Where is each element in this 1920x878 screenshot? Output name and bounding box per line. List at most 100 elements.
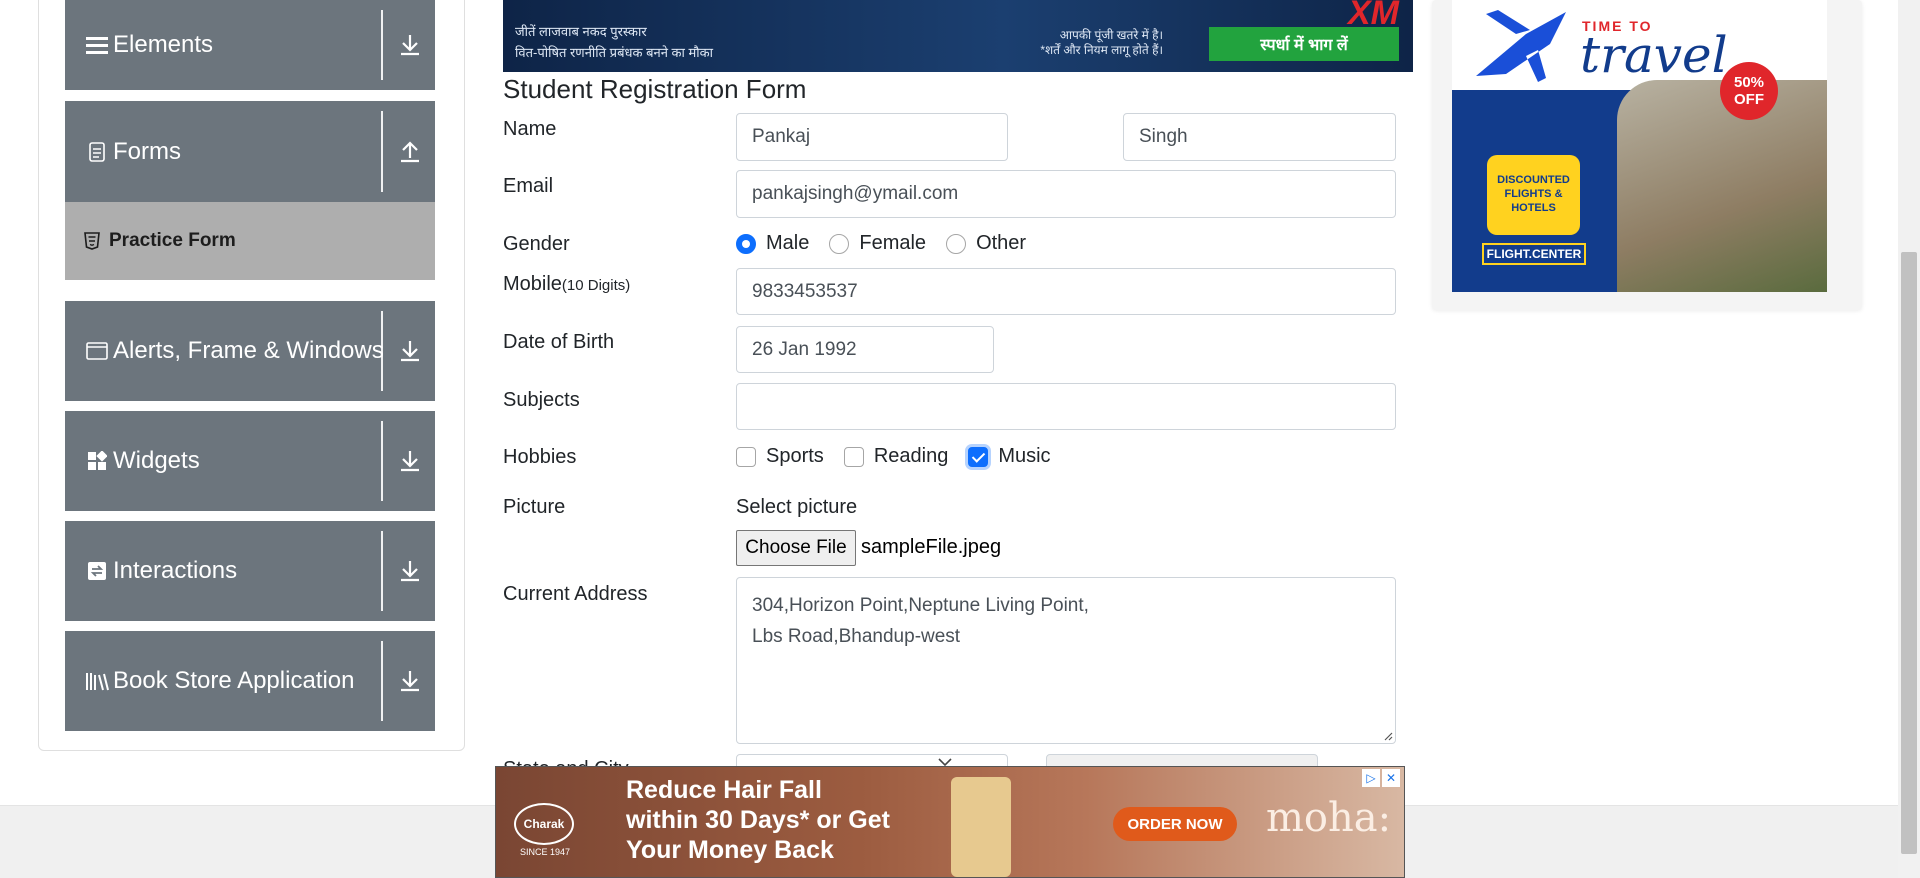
mobile-hint: (10 Digits)	[561, 277, 631, 294]
choose-file-button[interactable]: Choose File	[736, 530, 856, 566]
discount-bubble: DISCOUNTED FLIGHTS & HOTELS	[1487, 155, 1580, 235]
radio-label: Female	[859, 232, 927, 254]
ad-headline: Reduce Hair Fall within 30 Days* or Get …	[626, 776, 890, 864]
gender-radio-group: Male Female Other	[736, 232, 1046, 255]
download-arrow-icon[interactable]	[397, 338, 423, 364]
email-label: Email	[503, 175, 554, 197]
upload-arrow-icon[interactable]	[397, 139, 423, 165]
sidebar-group-label: Forms	[113, 137, 181, 165]
checkbox-label: Sports	[766, 445, 824, 467]
widgets-icon	[85, 449, 109, 473]
banner-cta-button[interactable]: स्पर्धा में भाग लें	[1209, 27, 1399, 61]
gender-option-male[interactable]: Male	[736, 232, 809, 255]
travel-ad-image: TIME TO travel 50% OFF DISCOUNTED FLIGHTS …	[1452, 0, 1827, 292]
scrollbar-thumb[interactable]	[1901, 252, 1917, 854]
html5-icon	[84, 232, 100, 250]
document-icon	[85, 140, 109, 164]
mobile-label: Mobile(10 Digits)	[503, 273, 631, 295]
resize-handle-icon[interactable]	[1383, 731, 1393, 741]
download-arrow-icon[interactable]	[397, 558, 423, 584]
hobby-sports[interactable]: Sports	[736, 445, 824, 468]
mobile-input[interactable]: 9833453537	[736, 268, 1396, 315]
checkbox-label: Reading	[873, 445, 949, 467]
checkbox[interactable]	[736, 446, 756, 467]
divider	[381, 531, 383, 611]
checkbox-label: Music	[998, 445, 1051, 467]
bottom-banner-ad[interactable]: Charak SINCE 1947 Reduce Hair Fall withi…	[495, 766, 1405, 878]
email-input[interactable]: pankajsingh@ymail.com	[736, 170, 1396, 218]
divider	[381, 10, 383, 80]
checkbox[interactable]	[843, 446, 864, 467]
gender-label: Gender	[503, 233, 570, 255]
sidebar-group-label: Widgets	[113, 447, 200, 474]
download-arrow-icon[interactable]	[397, 448, 423, 474]
gender-option-other[interactable]: Other	[946, 232, 1026, 255]
current-address-textarea[interactable]: 304,Horizon Point,Neptune Living Point, …	[736, 577, 1396, 744]
divider	[381, 111, 383, 192]
radio-button[interactable]	[736, 233, 756, 254]
sidebar-group-label: Book Store Application	[113, 667, 355, 694]
divider	[381, 311, 383, 391]
sidebar-group-forms[interactable]: Forms	[65, 101, 435, 202]
gender-option-female[interactable]: Female	[829, 232, 926, 255]
sidebar-group-label: Interactions	[113, 557, 238, 584]
radio-label: Male	[766, 232, 810, 254]
sidebar-group-book-store[interactable]: Book Store Application	[65, 631, 435, 731]
window-icon	[85, 339, 109, 363]
banner-disclaimer: आपकी पूंजी खतरे में है। *शर्तें और नियम …	[1040, 28, 1163, 58]
sidebar-group-interactions[interactable]: Interactions	[65, 521, 435, 621]
subjects-input[interactable]	[736, 383, 1396, 430]
adchoices-icon[interactable]: ▷	[1362, 769, 1380, 787]
last-name-input[interactable]: Singh	[1123, 113, 1396, 161]
sidebar-group-label: Alerts, Frame & Windows	[113, 337, 384, 364]
discount-badge: 50% OFF	[1720, 62, 1778, 120]
interactions-icon	[85, 559, 109, 583]
disclaimer-line-2: *शर्तें और नियम लागू होते हैं।	[1040, 43, 1163, 57]
ad-brand: FLIGHT.CENTER	[1482, 243, 1586, 265]
travel-ad[interactable]: TIME TO travel 50% OFF DISCOUNTED FLIGHTS …	[1432, 0, 1862, 310]
subjects-label: Subjects	[503, 389, 580, 411]
ad-travel: travel	[1580, 26, 1728, 84]
hobby-music[interactable]: Music	[968, 445, 1051, 468]
banner-line-1: जीतें लाजवाब नकद पुरस्कार	[515, 24, 647, 39]
date-of-birth-input[interactable]: 26 Jan 1992	[736, 326, 994, 373]
hobby-reading[interactable]: Reading	[843, 445, 949, 468]
charak-since: SINCE 1947	[520, 847, 571, 857]
close-icon[interactable]: ✕	[1382, 769, 1400, 787]
list-icon	[85, 33, 109, 57]
charak-logo: Charak	[514, 803, 574, 845]
selected-file-name: sampleFile.jpeg	[861, 536, 1002, 558]
current-address-label: Current Address	[503, 583, 648, 605]
top-banner-ad[interactable]: जीतें लाजवाब नकद पुरस्कार वित-पोषित रणनी…	[503, 0, 1413, 72]
first-name-input[interactable]: Pankaj	[736, 113, 1008, 161]
sidebar-group-alerts[interactable]: Alerts, Frame & Windows	[65, 301, 435, 401]
sidebar-group-elements[interactable]: Elements	[65, 0, 435, 90]
hobbies-checkbox-group: Sports Reading Music	[736, 445, 1071, 468]
sidebar-group-label: Elements	[113, 31, 214, 58]
sidebar-item-practice-form[interactable]: Practice Form	[65, 202, 435, 280]
checkbox[interactable]	[968, 446, 989, 467]
download-arrow-icon[interactable]	[397, 32, 423, 58]
order-now-button[interactable]: ORDER NOW	[1113, 807, 1237, 841]
form-title: Student Registration Form	[503, 74, 807, 104]
sidebar-item-label: Practice Form	[109, 230, 236, 251]
airplane-icon	[1476, 10, 1566, 82]
product-bottle	[951, 777, 1011, 877]
select-picture-label: Select picture	[736, 496, 858, 518]
divider	[381, 641, 383, 721]
page-scrollbar[interactable]	[1898, 0, 1920, 878]
radio-label: Other	[976, 232, 1027, 254]
disclaimer-line-1: आपकी पूंजी खतरे में है।	[1059, 28, 1163, 42]
hobbies-label: Hobbies	[503, 446, 577, 468]
ad-choices[interactable]: ▷ ✕	[1362, 769, 1400, 787]
picture-label: Picture	[503, 496, 566, 518]
radio-button[interactable]	[946, 233, 967, 254]
banner-line-2: वित-पोषित रणनीति प्रबंधक बनने का मौका	[515, 45, 714, 60]
sidebar-group-widgets[interactable]: Widgets	[65, 411, 435, 511]
download-arrow-icon[interactable]	[397, 668, 423, 694]
moha-logo: moha:	[1266, 795, 1392, 841]
radio-button[interactable]	[829, 233, 850, 254]
address-line-2: Lbs Road,Bhandup-west	[752, 626, 961, 647]
name-label: Name	[503, 118, 557, 140]
divider	[381, 421, 383, 501]
